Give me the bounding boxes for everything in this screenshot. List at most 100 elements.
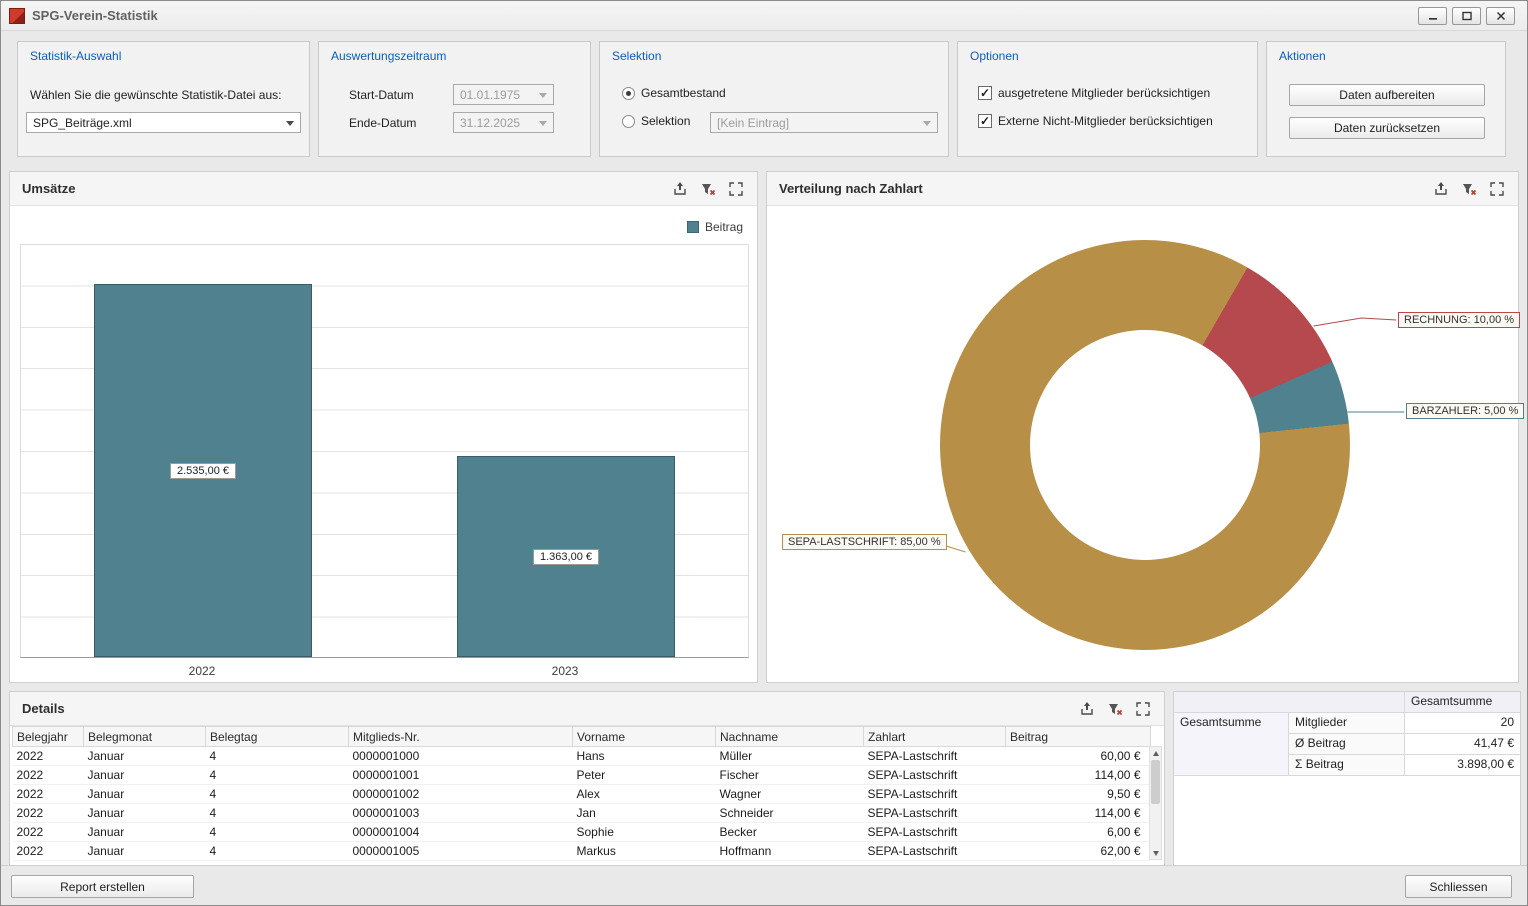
export-icon[interactable]	[671, 180, 689, 198]
table-row[interactable]: 2022Januar40000001004SophieBeckerSEPA-La…	[13, 823, 1151, 842]
umsaetze-x-axis: 2022 2023	[20, 664, 749, 680]
scroll-up-icon[interactable]	[1150, 747, 1161, 759]
fullscreen-icon[interactable]	[1134, 700, 1152, 718]
column-header[interactable]: Belegjahr	[13, 727, 84, 747]
daten-zuruecksetzen-button[interactable]: Daten zurücksetzen	[1289, 117, 1485, 139]
daten-aufbereiten-button[interactable]: Daten aufbereiten	[1289, 84, 1485, 106]
clear-filter-icon[interactable]	[1106, 700, 1124, 718]
column-header[interactable]: Vorname	[573, 727, 716, 747]
details-panel: Details Be	[9, 691, 1165, 866]
table-cell: 2022	[13, 766, 84, 785]
fullscreen-icon[interactable]	[727, 180, 745, 198]
fullscreen-icon[interactable]	[1488, 180, 1506, 198]
radio-icon-unchecked	[622, 115, 635, 128]
selektion-select: [Kein Eintrag]	[710, 112, 938, 133]
summary-corner-cell	[1174, 692, 1405, 713]
checkbox-checked-icon: ✓	[978, 114, 992, 128]
groupbox-statistik-auswahl: Statistik-Auswahl Wählen Sie die gewünsc…	[17, 41, 310, 157]
vertical-scrollbar[interactable]	[1149, 746, 1162, 860]
dropdown-icon	[539, 121, 547, 126]
column-header[interactable]: Zahlart	[864, 727, 1006, 747]
x-axis-label: 2023	[552, 664, 579, 678]
checkbox-label: Externe Nicht-Mitglieder berücksichtigen	[998, 114, 1213, 128]
summary-value-avg-beitrag: 41,47 €	[1405, 734, 1520, 755]
column-header[interactable]: Belegtag	[206, 727, 349, 747]
ende-datum-label: Ende-Datum	[349, 116, 416, 130]
clear-filter-icon[interactable]	[1460, 180, 1478, 198]
groupbox-title: Optionen	[970, 49, 1019, 63]
column-header[interactable]: Beitrag	[1006, 727, 1151, 747]
checkbox-ausgetretene-mitglieder[interactable]: ✓ ausgetretene Mitglieder berücksichtige…	[978, 86, 1210, 100]
groupbox-title: Statistik-Auswahl	[30, 49, 121, 63]
table-cell: Becker	[716, 823, 864, 842]
table-cell: Hoffmann	[716, 842, 864, 861]
summary-column-header: Gesamtsumme	[1405, 692, 1520, 713]
table-cell: 9,50 €	[1006, 785, 1151, 804]
details-header: Details	[10, 692, 1164, 726]
column-header[interactable]: Nachname	[716, 727, 864, 747]
table-cell: 6,00 €	[1006, 823, 1151, 842]
maximize-icon	[1462, 11, 1472, 21]
zahlart-header: Verteilung nach Zahlart	[767, 172, 1518, 206]
radio-selektion[interactable]: Selektion	[622, 114, 690, 128]
maximize-button[interactable]	[1452, 7, 1481, 25]
table-cell: 0000001000	[349, 747, 573, 766]
table-cell: 4	[206, 766, 349, 785]
report-erstellen-button[interactable]: Report erstellen	[11, 875, 194, 898]
clear-filter-icon[interactable]	[699, 180, 717, 198]
groupbox-selektion: Selektion Gesamtbestand Selektion [Kein …	[599, 41, 949, 157]
scroll-thumb[interactable]	[1151, 760, 1160, 804]
app-window: SPG-Verein-Statistik Statistik-Auswahl W…	[0, 0, 1528, 906]
table-cell: 114,00 €	[1006, 804, 1151, 823]
table-row[interactable]: 2022Januar40000001001PeterFischerSEPA-La…	[13, 766, 1151, 785]
table-row[interactable]: 2022Januar40000001003JanSchneiderSEPA-La…	[13, 804, 1151, 823]
table-cell: Müller	[716, 747, 864, 766]
table-row[interactable]: 2022Januar40000001002AlexWagnerSEPA-Last…	[13, 785, 1151, 804]
umsaetze-plot: 2.535,00 €1.363,00 €	[20, 244, 749, 658]
table-cell: 2022	[13, 842, 84, 861]
table-cell: 4	[206, 785, 349, 804]
table-cell: Jan	[573, 804, 716, 823]
table-cell: 114,00 €	[1006, 766, 1151, 785]
close-icon	[1496, 11, 1506, 21]
table-cell: 2022	[13, 823, 84, 842]
table-row[interactable]: 2022Januar40000001005MarkusHoffmannSEPA-…	[13, 842, 1151, 861]
table-cell: 4	[206, 842, 349, 861]
checkbox-externe-nicht-mitglieder[interactable]: ✓ Externe Nicht-Mitglieder berücksichtig…	[978, 114, 1213, 128]
export-icon[interactable]	[1432, 180, 1450, 198]
statistik-file-select[interactable]: SPG_Beiträge.xml	[26, 112, 301, 133]
column-header[interactable]: Belegmonat	[84, 727, 206, 747]
details-tbody: 2022Januar40000001000HansMüllerSEPA-Last…	[13, 747, 1151, 861]
summary-value-mitglieder: 20	[1405, 713, 1520, 734]
table-cell: 60,00 €	[1006, 747, 1151, 766]
export-icon[interactable]	[1078, 700, 1096, 718]
schliessen-button[interactable]: Schliessen	[1405, 875, 1512, 898]
table-cell: Peter	[573, 766, 716, 785]
table-row[interactable]: 2022Januar40000001000HansMüllerSEPA-Last…	[13, 747, 1151, 766]
table-cell: 0000001004	[349, 823, 573, 842]
column-header[interactable]: Mitglieds-Nr.	[349, 727, 573, 747]
summary-label-mitglieder: Mitglieder	[1289, 713, 1405, 734]
close-button[interactable]	[1486, 7, 1515, 25]
start-datum-value: 01.01.1975	[460, 88, 520, 102]
table-cell: Sophie	[573, 823, 716, 842]
radio-gesamtbestand[interactable]: Gesamtbestand	[622, 86, 726, 100]
table-cell: SEPA-Lastschrift	[864, 747, 1006, 766]
table-cell: Januar	[84, 747, 206, 766]
x-axis-label: 2022	[189, 664, 216, 678]
start-datum-label: Start-Datum	[349, 88, 414, 102]
table-cell: Schneider	[716, 804, 864, 823]
groupbox-optionen: Optionen ✓ ausgetretene Mitglieder berüc…	[957, 41, 1258, 157]
title-bar[interactable]: SPG-Verein-Statistik	[1, 1, 1527, 31]
table-cell: SEPA-Lastschrift	[864, 804, 1006, 823]
minimize-button[interactable]	[1418, 7, 1447, 25]
scroll-down-icon[interactable]	[1150, 847, 1161, 859]
table-cell: Markus	[573, 842, 716, 861]
table-cell: 2022	[13, 804, 84, 823]
ende-datum-value: 31.12.2025	[460, 116, 520, 130]
summary-row-header: Gesamtsumme	[1174, 713, 1289, 776]
table-cell: Alex	[573, 785, 716, 804]
summary-label-sum-beitrag: Σ Beitrag	[1289, 755, 1405, 776]
start-datum-field: 01.01.1975	[453, 84, 554, 105]
table-header-row: Belegjahr Belegmonat Belegtag Mitglieds-…	[13, 727, 1151, 747]
